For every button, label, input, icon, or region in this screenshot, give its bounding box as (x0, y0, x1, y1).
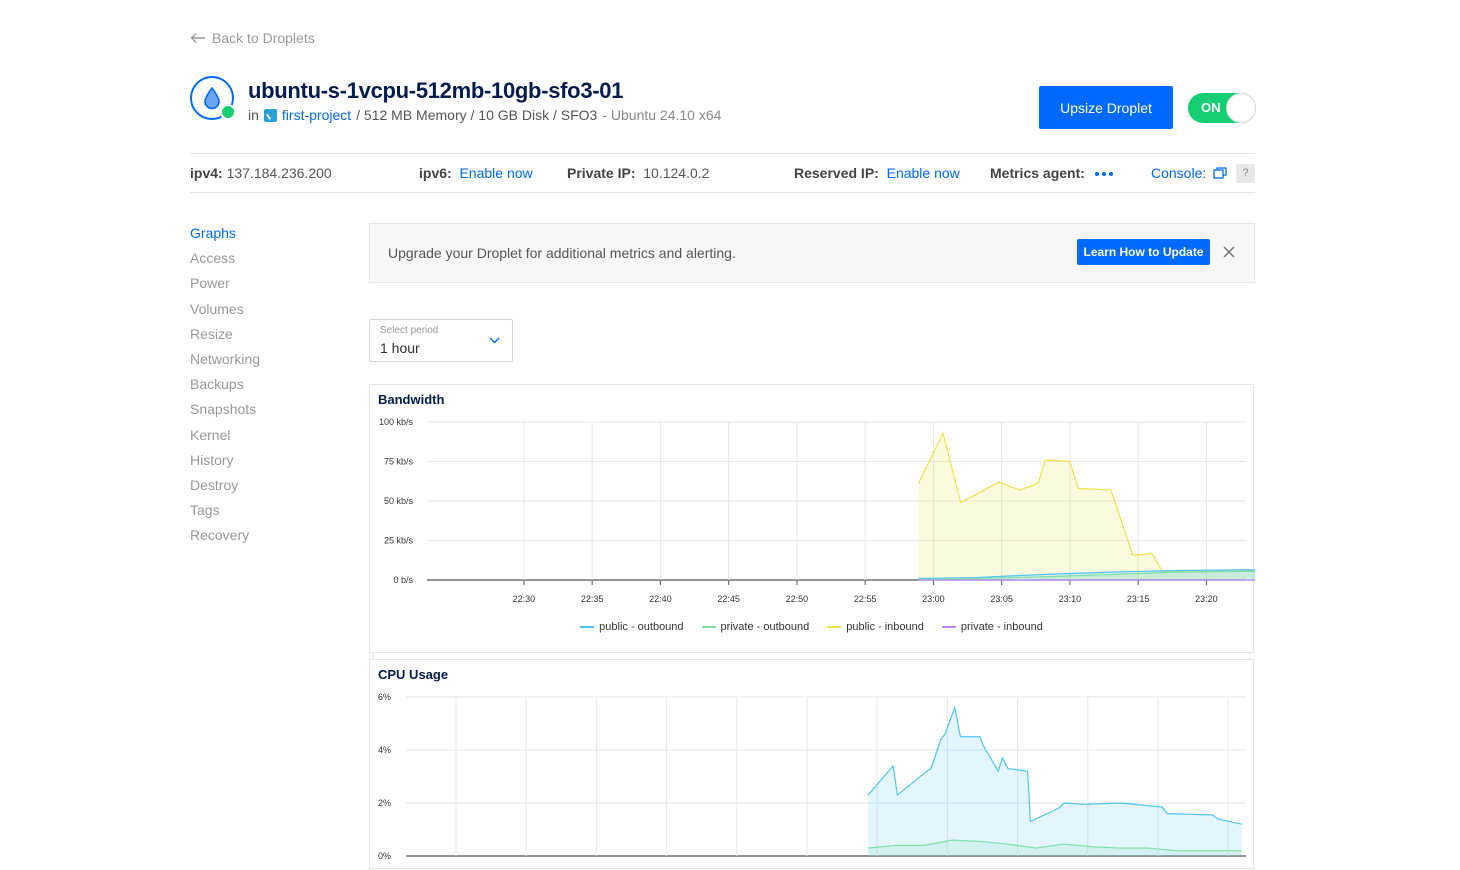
x-tick-label: 22:45 (717, 594, 740, 604)
reserved-ip-info: Reserved IP: Enable now (794, 165, 960, 181)
x-tick-label: 22:55 (854, 594, 877, 604)
help-icon[interactable]: ? (1236, 164, 1255, 183)
reserved-ip-label: Reserved IP: (794, 165, 879, 181)
page-title: ubuntu-s-1vcpu-512mb-10gb-sfo3-01 (248, 78, 624, 103)
chevron-down-icon (489, 337, 500, 344)
y-tick-label: 0 b/s (393, 575, 413, 585)
private-ip-value: 10.124.0.2 (643, 165, 710, 181)
droplet-sidebar: Graphs Access Power Volumes Resize Netwo… (190, 225, 260, 552)
in-label: in (248, 107, 259, 123)
y-tick-label: 4% (378, 745, 391, 755)
upgrade-banner-text: Upgrade your Droplet for additional metr… (388, 245, 736, 261)
x-tick-label: 23:05 (990, 594, 1013, 604)
droplet-avatar (190, 76, 236, 120)
close-icon[interactable] (1222, 245, 1236, 259)
x-tick-label: 22:30 (513, 594, 536, 604)
project-link[interactable]: first-project (282, 107, 351, 123)
sidebar-item-recovery[interactable]: Recovery (190, 527, 260, 552)
legend-item-public-outbound[interactable]: public - outbound (580, 621, 684, 633)
back-link-label: Back to Droplets (212, 30, 315, 46)
legend-label: public - inbound (846, 621, 924, 633)
bandwidth-chart: 0 b/s 25 kb/s 50 kb/s 75 kb/s 100 kb/s 22:30 2… (379, 417, 1255, 604)
project-icon (263, 108, 277, 122)
console-link[interactable]: Console: (1151, 165, 1206, 181)
period-select[interactable]: Select period 1 hour (369, 319, 513, 362)
x-tick-label: 23:15 (1127, 594, 1150, 604)
legend-label: public - outbound (599, 621, 684, 633)
x-tick-label: 22:35 (581, 594, 604, 604)
sidebar-item-access[interactable]: Access (190, 250, 260, 275)
cpu-usage-chart-panel: CPU Usage 0% 2% 4% 6% (369, 659, 1254, 869)
ipv6-info: ipv6: Enable now (419, 165, 533, 181)
y-tick-label: 6% (378, 692, 391, 702)
droplet-os: - Ubuntu 24.10 x64 (602, 107, 722, 123)
x-tick-label: 22:40 (649, 594, 672, 604)
legend-item-private-inbound[interactable]: private - inbound (941, 621, 1043, 633)
sidebar-item-snapshots[interactable]: Snapshots (190, 401, 260, 426)
ipv4-label: ipv4: (190, 165, 223, 181)
private-ip-info: Private IP: 10.124.0.2 (567, 165, 709, 181)
back-to-droplets-link[interactable]: Back to Droplets (190, 30, 315, 46)
status-online-dot (220, 104, 236, 120)
bandwidth-chart-panel: Bandwidth 0 b/s 25 kb/s 50 kb/s 75 kb/s 100 … (369, 384, 1255, 653)
sidebar-item-backups[interactable]: Backups (190, 376, 260, 401)
arrow-left-icon (190, 33, 205, 43)
ipv6-enable-link[interactable]: Enable now (459, 165, 532, 181)
bandwidth-legend: public - outbound private - outbound pub… (370, 621, 1253, 633)
sidebar-item-resize[interactable]: Resize (190, 326, 260, 351)
sidebar-item-networking[interactable]: Networking (190, 351, 260, 376)
series-area-CPU-total (868, 707, 1242, 856)
sidebar-item-power[interactable]: Power (190, 275, 260, 300)
period-select-value: 1 hour (380, 340, 420, 356)
ipv4-info: ipv4: 137.184.236.200 (190, 165, 332, 181)
cpu-usage-chart: 0% 2% 4% 6% (378, 692, 1246, 861)
power-toggle[interactable]: ON (1188, 93, 1256, 123)
ipv4-value: 137.184.236.200 (226, 165, 332, 181)
console-info[interactable]: Console: (1151, 165, 1227, 181)
period-select-caption: Select period (380, 325, 439, 336)
upsize-droplet-button[interactable]: Upsize Droplet (1039, 86, 1173, 129)
reserved-ip-enable-link[interactable]: Enable now (887, 165, 960, 181)
series-area-publicinbound (918, 433, 1255, 580)
y-tick-label: 2% (378, 798, 391, 808)
more-dots-icon[interactable] (1094, 172, 1113, 177)
ipv6-label: ipv6: (419, 165, 452, 181)
droplet-icon (204, 86, 220, 110)
sidebar-item-volumes[interactable]: Volumes (190, 301, 260, 326)
legend-item-public-inbound[interactable]: public - inbound (827, 621, 924, 633)
power-toggle-label: ON (1201, 100, 1221, 115)
legend-label: private - outbound (720, 621, 810, 633)
private-ip-label: Private IP: (567, 165, 636, 181)
legend-label: private - inbound (960, 621, 1043, 633)
sidebar-item-kernel[interactable]: Kernel (190, 427, 260, 452)
x-tick-label: 23:10 (1059, 594, 1082, 604)
droplet-subline: in first-project / 512 MB Memory / 10 GB… (248, 107, 721, 123)
y-tick-label: 100 kb/s (379, 417, 414, 427)
legend-item-private-outbound[interactable]: private - outbound (701, 621, 810, 633)
y-tick-label: 0% (378, 851, 391, 861)
external-window-icon[interactable] (1213, 167, 1227, 179)
y-tick-label: 25 kb/s (384, 536, 414, 546)
sidebar-item-destroy[interactable]: Destroy (190, 477, 260, 502)
upgrade-banner: Upgrade your Droplet for additional metr… (369, 223, 1255, 283)
metrics-agent-label: Metrics agent: (990, 165, 1085, 181)
metrics-agent-info: Metrics agent: (990, 165, 1113, 181)
network-info-bar: ipv4: 137.184.236.200 ipv6: Enable now P… (190, 153, 1255, 193)
x-tick-label: 22:50 (786, 594, 809, 604)
sidebar-item-history[interactable]: History (190, 452, 260, 477)
learn-how-to-update-button[interactable]: Learn How to Update (1077, 239, 1210, 265)
sidebar-item-tags[interactable]: Tags (190, 502, 260, 527)
y-tick-label: 75 kb/s (384, 457, 414, 467)
y-tick-label: 50 kb/s (384, 496, 414, 506)
sidebar-item-graphs[interactable]: Graphs (190, 225, 260, 250)
power-toggle-knob (1226, 93, 1256, 123)
x-tick-label: 23:20 (1195, 594, 1218, 604)
droplet-specs: / 512 MB Memory / 10 GB Disk / SFO3 (356, 107, 598, 123)
x-tick-label: 23:00 (922, 594, 945, 604)
